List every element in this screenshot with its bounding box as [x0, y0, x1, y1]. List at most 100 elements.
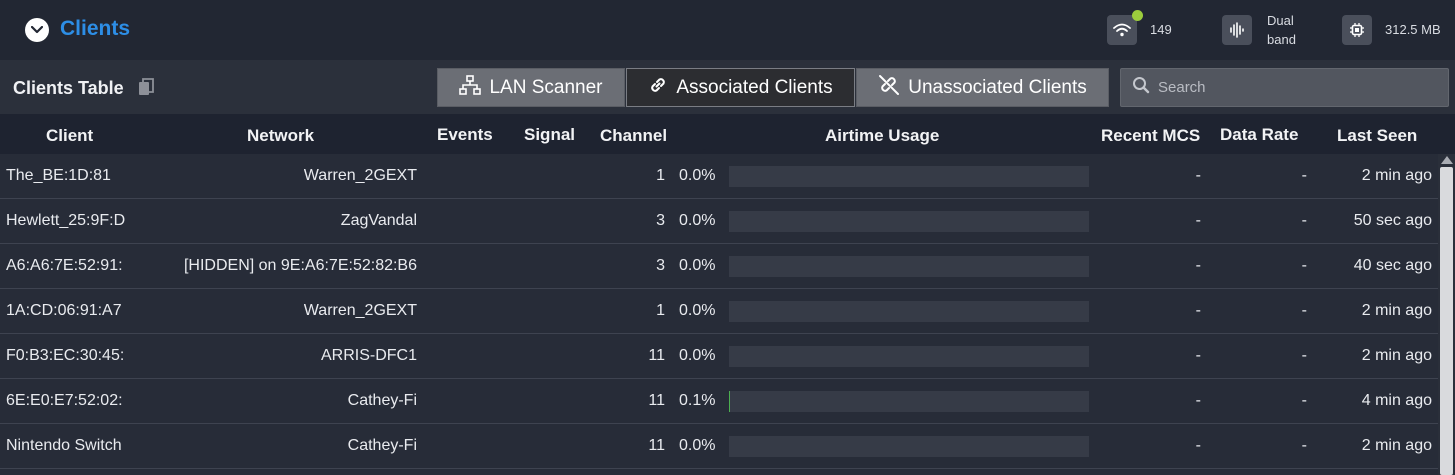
page-title: Clients: [60, 17, 131, 40]
airtime-bar: [729, 211, 1089, 232]
channel-value: 1: [656, 167, 665, 184]
search-icon: [1132, 76, 1150, 99]
airtime-value: 0.0%: [679, 257, 716, 274]
airtime-bar: [729, 346, 1089, 367]
unlink-icon: [878, 74, 900, 102]
last-seen-value: 40 sec ago: [1353, 257, 1432, 274]
client-name: Hewlett_25:9F:D: [6, 212, 126, 229]
table-row[interactable]: Hewlett_25:9F:D ZagVandal 3 0.0% - - 50 sec ag…: [0, 199, 1438, 244]
airtime-bar: [729, 301, 1089, 322]
table-row[interactable]: F0:B3:EC:30:45: ARRIS-DFC1 11 0.0% - - 2 min a…: [0, 334, 1438, 379]
column-airtime-usage[interactable]: Airtime Usage: [825, 126, 939, 146]
signal-wave-icon: [1222, 15, 1252, 45]
band-label-line1: Dual: [1267, 13, 1294, 28]
scroll-up-arrow[interactable]: [1441, 156, 1453, 164]
last-seen-value: 2 min ago: [1361, 302, 1432, 319]
column-channel[interactable]: Channel: [600, 126, 667, 146]
column-network[interactable]: Network: [247, 126, 314, 146]
last-seen-value: 4 min ago: [1361, 392, 1432, 409]
tab-lan-scanner[interactable]: LAN Scanner: [437, 68, 625, 107]
network-icon: [459, 74, 482, 101]
table-row[interactable]: The_BE:1D:81 Warren_2GEXT 1 0.0% - - 2 min ago: [0, 154, 1438, 199]
client-name: 6E:E0:E7:52:02:: [6, 392, 123, 409]
recent-mcs-value: -: [1195, 302, 1201, 319]
wifi-icon: [1107, 15, 1137, 45]
tab-label: LAN Scanner: [489, 76, 603, 98]
client-name: The_BE:1D:81: [6, 167, 111, 184]
table-body: The_BE:1D:81 Warren_2GEXT 1 0.0% - - 2 min ago…: [0, 154, 1438, 475]
status-dot: [1132, 10, 1143, 21]
network-name: Cathey-Fi: [347, 392, 417, 409]
column-last-seen[interactable]: Last Seen: [1337, 126, 1417, 146]
scroll-thumb[interactable]: [1440, 167, 1453, 475]
column-client[interactable]: Client: [46, 126, 93, 146]
network-name: Cathey-Fi: [347, 437, 417, 454]
table-row[interactable]: 6E:E0:E7:52:02: Cathey-Fi 11 0.1% - - 4 min ag…: [0, 379, 1438, 424]
last-seen-value: 2 min ago: [1361, 347, 1432, 364]
table-row[interactable]: 1A:CD:06:91:A7 Warren_2GEXT 1 0.0% - - 2 min a…: [0, 289, 1438, 334]
tab-unassociated-clients[interactable]: Unassociated Clients: [856, 68, 1109, 107]
data-rate-value: -: [1301, 437, 1307, 454]
airtime-bar: [729, 436, 1089, 457]
link-icon: [648, 75, 668, 101]
recent-mcs-value: -: [1195, 392, 1201, 409]
client-name: Nintendo Switch: [6, 437, 122, 454]
recent-mcs-value: -: [1195, 347, 1201, 364]
tab-label: Unassociated Clients: [908, 76, 1087, 98]
search-field[interactable]: [1120, 68, 1449, 107]
airtime-bar: [729, 391, 1089, 412]
chevron-down-icon[interactable]: [25, 18, 49, 42]
chip-icon: [1342, 15, 1372, 45]
data-rate-value: -: [1301, 212, 1307, 229]
table-title: Clients Table: [13, 78, 124, 98]
column-events[interactable]: Events: [437, 125, 493, 145]
airtime-bar: [729, 166, 1089, 187]
channel-value: 1: [656, 302, 665, 319]
memory-usage: 312.5 MB: [1385, 22, 1441, 37]
data-rate-value: -: [1301, 392, 1307, 409]
channel-value: 11: [648, 437, 665, 454]
column-recent-mcs[interactable]: Recent MCS: [1101, 126, 1200, 146]
network-name: Warren_2GEXT: [303, 302, 417, 319]
airtime-value: 0.0%: [679, 212, 716, 229]
airtime-bar: [729, 256, 1089, 277]
airtime-value: 0.1%: [679, 392, 716, 409]
table-toolbar: Clients Table LAN Scanner Associated Cli…: [0, 60, 1455, 114]
copy-icon[interactable]: [138, 78, 154, 101]
client-name: A6:A6:7E:52:91:: [6, 257, 123, 274]
channel-value: 11: [648, 347, 665, 364]
channel-value: 3: [656, 257, 665, 274]
airtime-value: 0.0%: [679, 167, 716, 184]
recent-mcs-value: -: [1195, 212, 1201, 229]
network-name: Warren_2GEXT: [303, 167, 417, 184]
airtime-value: 0.0%: [679, 347, 716, 364]
table-row[interactable]: Nintendo Switch Cathey-Fi 11 0.0% - - 2 min ag…: [0, 424, 1438, 469]
data-rate-value: -: [1301, 347, 1307, 364]
column-data-rate[interactable]: Data Rate: [1220, 125, 1298, 145]
airtime-value: 0.0%: [679, 302, 716, 319]
channel-value: 3: [656, 212, 665, 229]
network-name: ZagVandal: [340, 212, 417, 229]
column-signal[interactable]: Signal: [524, 125, 575, 145]
network-name: [HIDDEN] on 9E:A6:7E:52:82:B6: [183, 257, 417, 274]
last-seen-value: 2 min ago: [1361, 167, 1432, 184]
client-name: 1A:CD:06:91:A7: [6, 302, 122, 319]
wifi-count: 149: [1150, 22, 1172, 37]
band-label-line2: band: [1267, 32, 1296, 47]
channel-value: 11: [648, 392, 665, 409]
vertical-scrollbar[interactable]: [1438, 154, 1455, 475]
table-row[interactable]: A6:A6:7E:52:91: [HIDDEN] on 9E:A6:7E:52:8…: [0, 244, 1438, 289]
search-input[interactable]: [1158, 79, 1438, 96]
table-header: Client Network Events Signal Channel Air…: [0, 114, 1455, 154]
client-name: F0:B3:EC:30:45:: [6, 347, 125, 364]
last-seen-value: 2 min ago: [1361, 437, 1432, 454]
recent-mcs-value: -: [1195, 437, 1201, 454]
tab-associated-clients[interactable]: Associated Clients: [626, 68, 855, 107]
top-bar: Clients 149 Dual band 312.5 MB: [0, 0, 1455, 60]
recent-mcs-value: -: [1195, 167, 1201, 184]
data-rate-value: -: [1301, 257, 1307, 274]
data-rate-value: -: [1301, 302, 1307, 319]
tab-label: Associated Clients: [676, 76, 833, 98]
recent-mcs-value: -: [1195, 257, 1201, 274]
last-seen-value: 50 sec ago: [1353, 212, 1432, 229]
